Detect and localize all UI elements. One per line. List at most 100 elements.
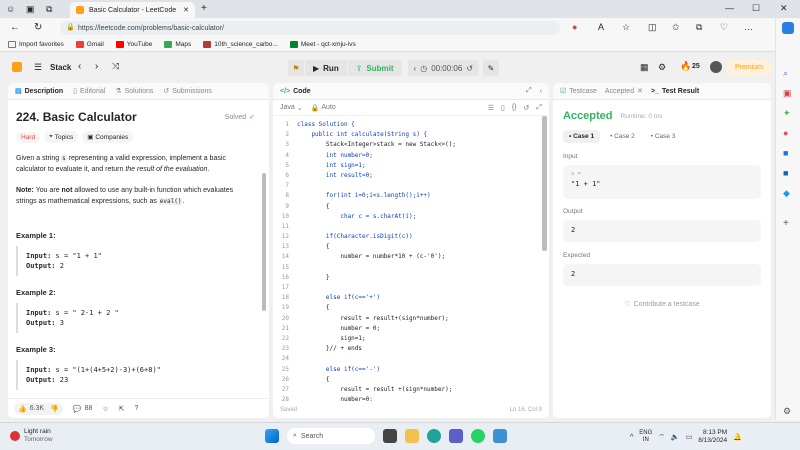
shopping-icon[interactable]: ▣ [783,88,792,99]
tab-code[interactable]: </> Code [280,88,311,95]
submit-button[interactable]: ⇪ Submit [347,60,402,76]
settings-gear-icon[interactable]: ⚙ [658,62,666,73]
case-3-tab[interactable]: • Case 3 [645,130,682,143]
url-field[interactable]: 🔒 https://leetcode.com/problems/basic-ca… [60,21,560,35]
braces-icon[interactable]: {} [512,104,517,111]
favorite-star-icon[interactable]: ☆ [622,22,630,33]
contribute-testcase-button[interactable]: ♡ Contribute a testcase [563,300,761,309]
code-editor[interactable]: 1 class Solution {2 public int calculate(… [273,116,549,415]
comments-button[interactable]: 💬 88 [73,405,93,413]
collapse-icon[interactable]: ‹ [540,88,542,95]
profile-icon[interactable]: ☺ [6,4,15,14]
minimize-icon[interactable]: — [725,3,734,13]
share-icon[interactable]: ⇱ [119,405,125,413]
topics-button[interactable]: ⌖ Topics [44,131,79,143]
description-scrollbar[interactable] [262,173,266,311]
collections-icon[interactable]: ⧉ [696,22,702,33]
teams-icon[interactable] [449,429,463,443]
tab-editorial[interactable]: ▯ Editorial [73,87,105,96]
search-icon[interactable]: ⌕ [783,68,788,79]
outlook-icon[interactable]: ■ [783,168,788,178]
maximize-icon[interactable]: ☐ [752,3,760,14]
next-problem-icon[interactable]: › [95,61,98,72]
tab-accepted[interactable]: Accepted ✕ [605,87,643,96]
edge-browser-icon[interactable] [427,429,441,443]
problem-list-label[interactable]: Stack [50,63,71,72]
language-select[interactable]: Java ⌄ [280,104,303,112]
bookmark-meet[interactable]: Meet - qct-xmju-ivs [289,41,356,48]
shuffle-icon[interactable]: ⤨ [112,61,119,72]
file-explorer-icon[interactable] [405,429,419,443]
bookmark-gmail[interactable]: Gmail [75,41,104,48]
more-options-icon[interactable]: … [744,22,753,32]
wifi-icon[interactable]: ⌔ [658,433,665,442]
code-scrollbar[interactable] [542,116,547,251]
battery-icon[interactable]: ▭ [686,433,693,441]
avatar[interactable] [710,61,722,73]
add-icon[interactable]: + [783,218,789,229]
whatsapp-icon[interactable] [471,429,485,443]
reset-icon[interactable]: ↺ [524,104,530,112]
read-aloud-icon[interactable]: A [598,22,604,32]
prev-problem-icon[interactable]: ‹ [78,61,81,72]
case-1-tab[interactable]: • Case 1 [563,130,601,143]
taskbar-search[interactable]: ⌕ Search [287,428,375,444]
streak-count[interactable]: 25 [692,63,700,70]
volume-icon[interactable]: 🔈 [671,433,680,441]
task-view-icon[interactable] [383,429,397,443]
layout-icon[interactable]: ▦ [640,62,649,73]
star-icon[interactable]: ☆ [102,405,108,413]
companies-button[interactable]: ▣ Companies [82,131,134,143]
tab-solutions[interactable]: ⚗ Solutions [115,87,153,96]
workspaces-icon[interactable]: ▣ [26,4,35,15]
clock[interactable]: 8:13 PM 8/13/2024 [698,429,727,445]
case-2-tab[interactable]: • Case 2 [604,130,641,143]
tools-icon[interactable]: ✦ [783,108,791,119]
browser-essentials-icon[interactable]: ♡ [720,22,728,33]
sidebar-settings-icon[interactable]: ⚙ [783,406,791,417]
favorites-icon[interactable]: ✩ [672,22,680,33]
bookmark-youtube[interactable]: YouTube [115,41,152,48]
bookmark-import-favorites[interactable]: Import favorites [8,41,64,48]
run-button[interactable]: ▶ Run [305,60,347,76]
notification-icon[interactable]: 🔔 [733,433,742,441]
like-button[interactable]: 👍 6.3K 👎 [14,402,63,415]
close-tab-icon[interactable]: ✕ [183,6,189,14]
leetcode-logo-icon[interactable] [12,62,22,72]
bookmark-icon[interactable]: ▯ [501,104,505,112]
debug-icon[interactable]: ⚑ [288,60,304,76]
copilot-icon[interactable] [782,22,794,34]
games-icon[interactable]: ● [783,128,788,138]
expand-icon[interactable]: ⤢ [526,87,532,95]
tab-submissions[interactable]: ↺ Submissions [163,87,212,96]
new-tab-icon[interactable]: + [201,3,207,14]
telegram-icon[interactable]: ◆ [783,188,790,199]
close-icon[interactable]: ✕ [637,87,643,95]
back-icon[interactable]: ← [10,22,20,33]
bookmark-science[interactable]: 10th_science_carbo... [203,41,278,48]
auto-mode[interactable]: 🔒 Auto [311,104,336,112]
app-icon[interactable] [493,429,507,443]
premium-button[interactable]: Premium [727,60,771,75]
browser-tab[interactable]: Basic Calculator - LeetCode ✕ [70,2,195,18]
timer[interactable]: ‹ ◷ 00:00:06 ↺ [407,60,480,76]
tray-chevron-icon[interactable]: ^ [630,434,633,441]
thumbs-down-icon[interactable]: 👎 [50,405,59,413]
office-icon[interactable]: ■ [783,148,788,158]
tab-actions-icon[interactable]: ⧉ [46,4,52,15]
split-screen-icon[interactable]: ◫ [648,22,657,33]
tab-testcase[interactable]: ☑ Testcase [560,87,597,96]
windows-start-icon[interactable] [265,429,279,443]
refresh-icon[interactable]: ↻ [34,22,42,33]
weather-widget[interactable]: Light rain Tomorrow [10,428,53,444]
help-icon[interactable]: ? [135,405,139,412]
close-window-icon[interactable]: ✕ [780,3,788,14]
language-indicator[interactable]: ENG IN [639,430,652,444]
reset-timer-icon[interactable]: ↺ [466,64,473,73]
fullscreen-icon[interactable]: ⤢ [536,104,542,112]
tab-test-result[interactable]: >_ Test Result [651,88,699,95]
bookmark-maps[interactable]: Maps [164,41,191,48]
tab-description[interactable]: ▤ Description [15,87,63,96]
note-icon[interactable]: ✎ [483,60,500,76]
format-icon[interactable]: ☰ [488,104,494,112]
